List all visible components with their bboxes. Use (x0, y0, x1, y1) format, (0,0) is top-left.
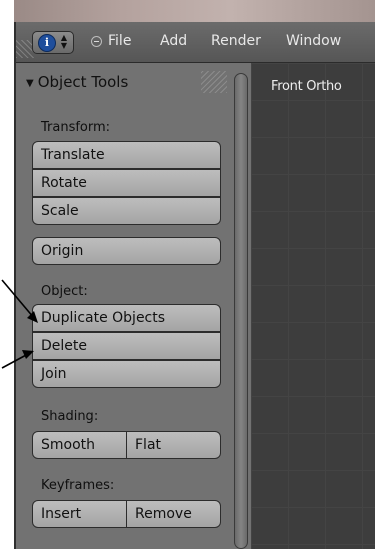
remove-keyframe-button[interactable]: Remove (126, 500, 221, 528)
panel-drag-handle[interactable] (201, 71, 227, 93)
delete-button[interactable]: Delete (32, 332, 221, 360)
tool-shelf-scrollbar[interactable] (234, 73, 248, 549)
join-button[interactable]: Join (32, 360, 221, 388)
origin-button[interactable]: Origin (32, 237, 221, 265)
3d-viewport[interactable]: Front Ortho (251, 63, 375, 549)
editor-type-button[interactable]: i ▲ ▼ (32, 31, 74, 54)
blender-window: i ▲ ▼ File Add Render Window ▼ Object Tool… (14, 22, 375, 549)
panel-title: Object Tools (37, 73, 129, 91)
insert-keyframe-button[interactable]: Insert (32, 500, 127, 528)
rotate-button[interactable]: Rotate (32, 169, 221, 197)
view-name-label: Front Ortho (271, 79, 342, 94)
shading-label: Shading: (41, 409, 99, 424)
transform-label: Transform: (41, 120, 111, 135)
flat-button[interactable]: Flat (126, 431, 221, 459)
info-icon: i (38, 34, 56, 52)
tool-shelf: ▼ Object Tools Transform: Translate Rotat… (16, 63, 268, 549)
triangle-down-icon: ▼ (26, 78, 34, 89)
up-down-arrows-icon: ▲ ▼ (60, 33, 68, 50)
object-label: Object: (41, 284, 88, 299)
menu-add[interactable]: Add (160, 33, 187, 49)
scale-button[interactable]: Scale (32, 197, 221, 225)
menu-file[interactable]: File (108, 33, 131, 49)
menu-window[interactable]: Window (286, 33, 341, 49)
keyframes-label: Keyframes: (41, 478, 115, 493)
smooth-button[interactable]: Smooth (32, 431, 127, 459)
collapse-menus-icon[interactable] (91, 36, 102, 47)
duplicate-objects-button[interactable]: Duplicate Objects (32, 304, 221, 332)
object-tools-panel-header[interactable]: ▼ Object Tools (26, 73, 128, 91)
translate-button[interactable]: Translate (32, 141, 221, 169)
window-title-strip (14, 0, 375, 22)
info-header: i ▲ ▼ File Add Render Window (16, 22, 375, 63)
menu-render[interactable]: Render (211, 33, 261, 49)
